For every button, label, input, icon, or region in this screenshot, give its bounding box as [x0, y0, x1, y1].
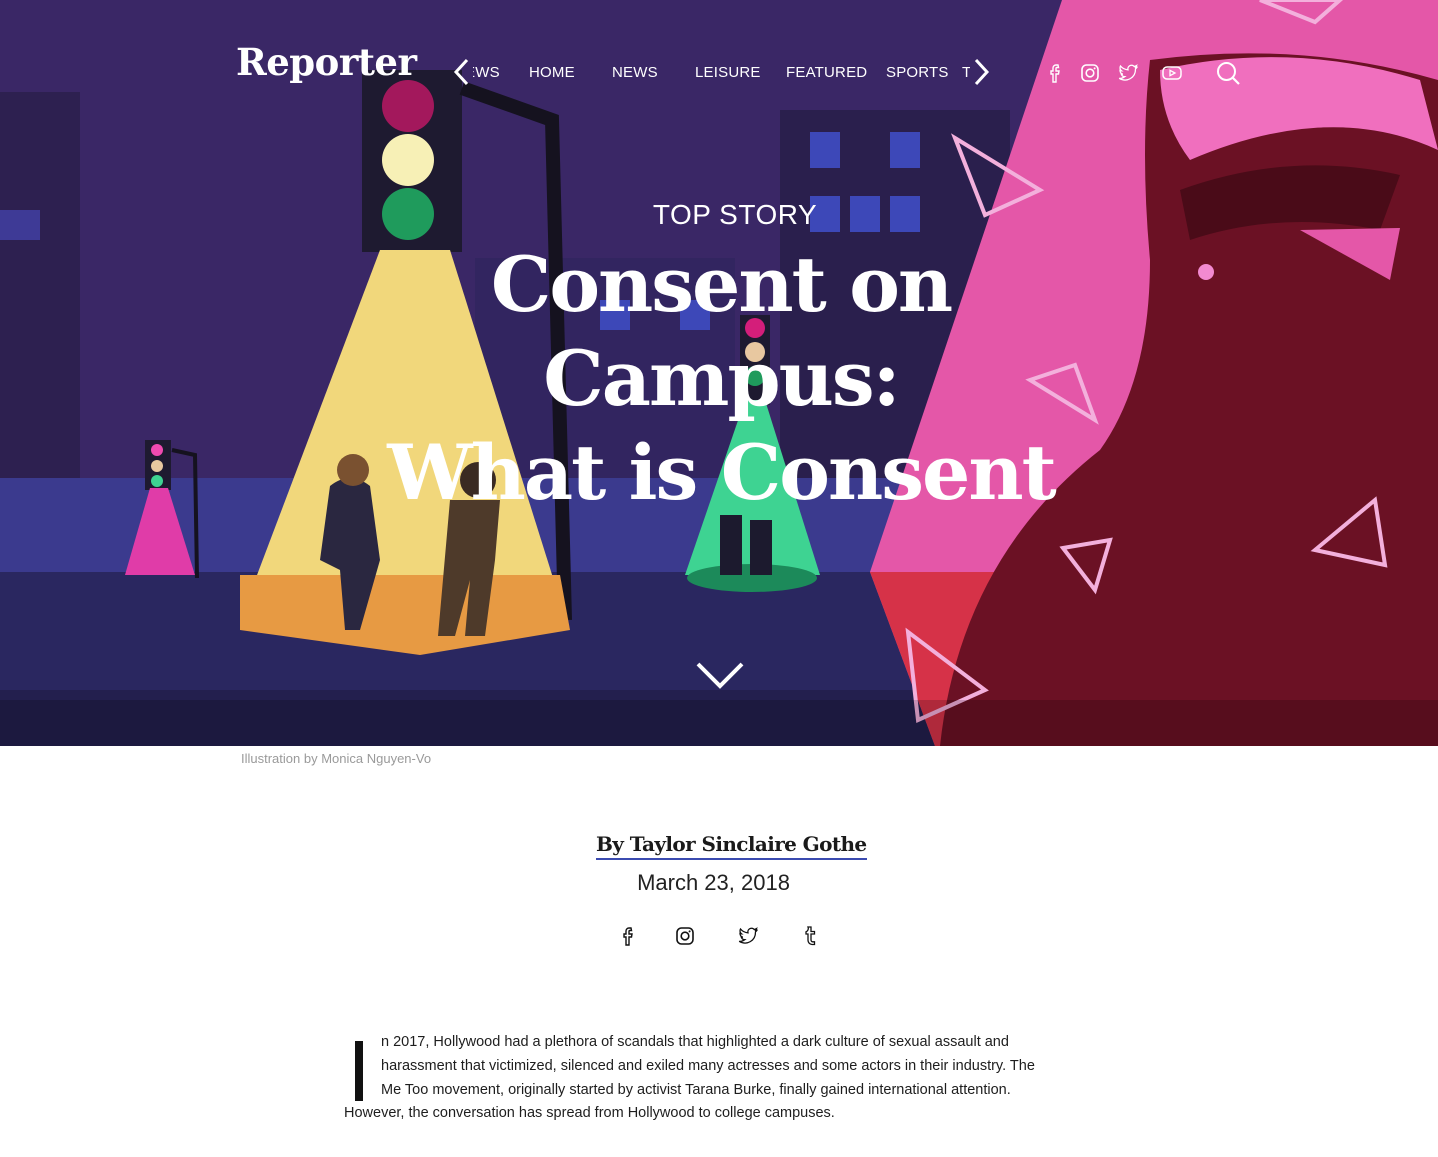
twitter-icon[interactable] — [1116, 61, 1140, 85]
search-icon[interactable] — [1214, 59, 1242, 87]
paragraph-line-4: However, the conversation has spread fro… — [344, 1105, 835, 1121]
illustration-caption: Illustration by Monica Nguyen-Vo — [241, 751, 432, 766]
nav-item-home[interactable]: HOME — [529, 64, 575, 81]
instagram-icon[interactable] — [673, 924, 697, 948]
hero-banner: Reporter EWS HOME NEWS LEISURE FEATURED … — [0, 0, 1438, 746]
nav-item-news-partial[interactable]: EWS — [473, 64, 500, 81]
headline-line-1: Consent on — [490, 240, 953, 329]
nav-item-news[interactable]: NEWS — [612, 64, 658, 81]
nav-next-arrow-icon[interactable] — [970, 56, 992, 88]
nav-menu: EWS HOME NEWS LEISURE FEATURED SPORTS TE — [473, 62, 970, 86]
headline-line-2: Campus: — [543, 334, 900, 423]
paragraph-line-3: Me Too movement, originally started by a… — [381, 1082, 1011, 1098]
publish-date: March 23, 2018 — [637, 870, 790, 895]
site-logo[interactable]: Reporter — [236, 40, 417, 84]
top-story-label: TOP STORY — [652, 199, 818, 230]
paragraph-line-2: harassment that victimized, silenced and… — [381, 1058, 1035, 1074]
facebook-icon[interactable] — [1044, 61, 1068, 85]
nav-item-featured[interactable]: FEATURED — [786, 64, 867, 81]
nav-item-leisure[interactable]: LEISURE — [695, 64, 761, 81]
facebook-icon[interactable] — [617, 924, 641, 948]
dropcap-initial — [355, 1041, 363, 1101]
headline-line-3: What is Consent — [387, 428, 1056, 517]
nav-item-tech-partial[interactable]: TE — [962, 64, 970, 81]
author-byline-link[interactable]: By Taylor Sinclaire Gothe — [596, 832, 867, 860]
paragraph-line-1: n 2017, Hollywood had a plethora of scan… — [381, 1034, 1009, 1050]
twitter-icon[interactable] — [736, 924, 760, 948]
instagram-icon[interactable] — [1078, 61, 1102, 85]
youtube-icon[interactable] — [1160, 61, 1184, 85]
nav-prev-arrow-icon[interactable] — [451, 56, 473, 88]
chevron-down-icon[interactable] — [694, 656, 746, 692]
nav-item-sports[interactable]: SPORTS — [886, 64, 949, 81]
tumblr-icon[interactable] — [798, 924, 822, 948]
article-headline: Consent on Campus: What is Consent — [0, 238, 1438, 520]
